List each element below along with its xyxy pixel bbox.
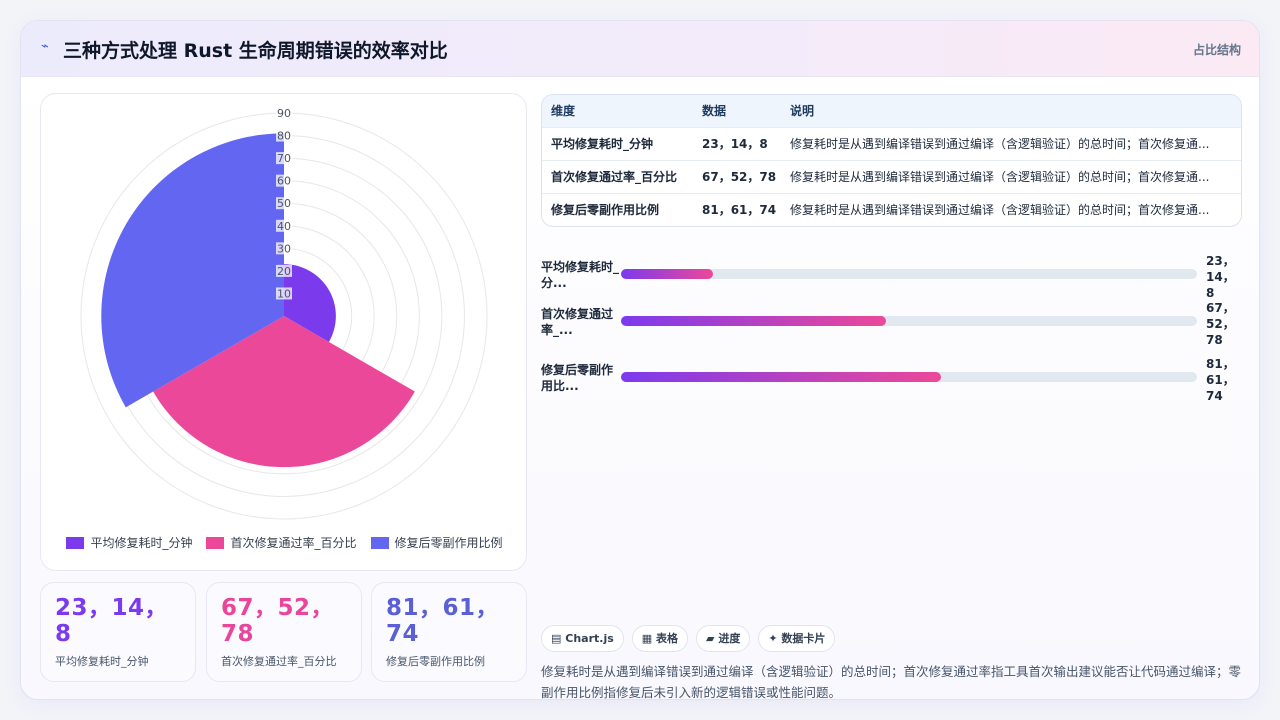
chart-panel: 10 20 30 40 50 60 70 80 90 平均修复耗时_分钟 首次修复通过率_百分比… (40, 93, 527, 571)
cell-data: 81，61，74 (693, 192, 781, 226)
sparkle-icon: ⌁ (41, 39, 49, 54)
stat-value: 81，61，74 (386, 595, 500, 647)
chip-data-cards[interactable]: ✦ 数据卡片 (758, 625, 836, 652)
progress-value: 81，61，74 (1206, 357, 1235, 403)
cell-dimension: 平均修复耗时_分钟 (542, 126, 693, 160)
legend-item[interactable]: 平均修复耗时_分钟 (66, 534, 192, 551)
table-row: 首次修复通过率_百分比 67，52，78 修复耗时是从遇到编译错误到通过编译（含… (542, 159, 1241, 193)
r-tick-label: 30 (277, 242, 291, 255)
progress-fill (621, 269, 714, 279)
table-row: 修复后零副作用比例 81，61，74 修复耗时是从遇到编译错误到通过编译（含逻辑… (542, 192, 1241, 226)
chip-progress[interactable]: ▰ 进度 (696, 625, 751, 652)
progress-track (621, 316, 1197, 326)
legend-item[interactable]: 修复后零副作用比例 (370, 534, 503, 551)
chip-label: 进度 (718, 632, 741, 645)
progress-fill (621, 316, 886, 326)
chart-legend: 平均修复耗时_分钟 首次修复通过率_百分比 修复后零副作用比例 (41, 534, 528, 551)
progress-track (621, 269, 1197, 279)
progress-fill (621, 372, 942, 382)
r-tick-label: 50 (277, 197, 291, 210)
chart-type-label: 占比结构 (1192, 43, 1241, 57)
stat-value: 67，52，78 (221, 595, 335, 647)
progress-row: 平均修复耗时_分... 23，14，8 (541, 254, 1241, 300)
column-header: 维度 (551, 104, 576, 119)
cell-data: 67，52，78 (693, 159, 781, 193)
table-row: 平均修复耗时_分钟 23，14，8 修复耗时是从遇到编译错误到通过编译（含逻辑验… (542, 126, 1241, 160)
chip-label: Chart.js (565, 632, 614, 645)
r-tick-label: 70 (277, 152, 291, 165)
legend-item[interactable]: 首次修复通过率_百分比 (206, 534, 357, 551)
r-tick-label: 60 (277, 175, 291, 188)
progress-label: 平均修复耗时_分... (541, 260, 620, 290)
progress-label: 修复后零副作用比... (541, 363, 614, 393)
column-header: 数据 (702, 104, 727, 119)
progress-icon: ▰ (706, 632, 715, 645)
legend-label: 修复后零副作用比例 (394, 536, 503, 550)
data-table: 维度 数据 说明 平均修复耗时_分钟 23，14，8 修复耗时是从遇到编译错误到… (541, 94, 1242, 227)
chip-label: 表格 (656, 632, 679, 645)
r-tick-label: 10 (277, 287, 291, 300)
progress-row: 修复后零副作用比... 81，61，74 (541, 357, 1241, 403)
content: 10 20 30 40 50 60 70 80 90 平均修复耗时_分钟 首次修复通过率_百分比… (21, 77, 1259, 700)
main-card: ⌁ 三种方式处理 Rust 生命周期错误的效率对比 占比结构 10 20 30 40 5… (20, 20, 1260, 700)
table-icon: ▦ (641, 632, 653, 645)
progress-row: 首次修复通过率_... 67，52，78 (541, 301, 1241, 347)
cell-dimension: 修复后零副作用比例 (542, 192, 693, 226)
header: ⌁ 三种方式处理 Rust 生命周期错误的效率对比 占比结构 (21, 21, 1259, 77)
chip-chartjs[interactable]: ▤ Chart.js (541, 625, 624, 652)
table-header-row: 维度 数据 说明 (542, 95, 1241, 127)
cell-description: 修复耗时是从遇到编译错误到通过编译（含逻辑验证）的总时间；首次修复通... (781, 126, 1241, 160)
stat-card: 67，52，78 首次修复通过率_百分比 (206, 582, 362, 682)
stat-card: 81，61，74 修复后零副作用比例 (371, 582, 527, 682)
progress-track (621, 372, 1197, 382)
r-tick-label: 90 (277, 107, 291, 120)
r-tick-label: 20 (277, 265, 291, 278)
legend-swatch (66, 536, 85, 549)
legend-label: 平均修复耗时_分钟 (90, 536, 193, 550)
cell-description: 修复耗时是从遇到编译错误到通过编译（含逻辑验证）的总时间；首次修复通... (781, 159, 1241, 193)
stat-label: 首次修复通过率_百分比 (221, 655, 337, 668)
sparkle-icon: ✦ (768, 632, 778, 645)
progress-value: 67，52，78 (1206, 301, 1235, 347)
legend-swatch (206, 536, 225, 549)
legend-label: 首次修复通过率_百分比 (230, 536, 357, 550)
stat-value: 23，14，8 (55, 595, 169, 647)
footnote: 修复耗时是从遇到编译错误到通过编译（含逻辑验证）的总时间；首次修复通过率指工具首… (541, 664, 1242, 700)
progress-label: 首次修复通过率_... (541, 307, 614, 337)
stat-label: 修复后零副作用比例 (386, 655, 485, 668)
cell-description: 修复耗时是从遇到编译错误到通过编译（含逻辑验证）的总时间；首次修复通... (781, 192, 1241, 226)
chip-table[interactable]: ▦ 表格 (631, 625, 689, 652)
progress-value: 23，14，8 (1206, 254, 1235, 300)
polar-area-chart: 10 20 30 40 50 60 70 80 90 (80, 107, 488, 520)
chart-icon: ▤ (551, 632, 562, 645)
r-tick-label: 40 (277, 220, 291, 233)
column-header: 说明 (790, 104, 815, 119)
r-tick-label: 80 (277, 130, 291, 143)
chip-label: 数据卡片 (781, 632, 826, 645)
stat-label: 平均修复耗时_分钟 (55, 655, 149, 668)
cell-dimension: 首次修复通过率_百分比 (542, 159, 693, 193)
legend-swatch (370, 536, 389, 549)
page-title: 三种方式处理 Rust 生命周期错误的效率对比 (63, 40, 448, 62)
cell-data: 23，14，8 (693, 126, 781, 160)
view-chips: ▤ Chart.js ▦ 表格 ▰ 进度 ✦ 数据卡片 (541, 625, 836, 652)
stat-card: 23，14，8 平均修复耗时_分钟 (40, 582, 196, 682)
